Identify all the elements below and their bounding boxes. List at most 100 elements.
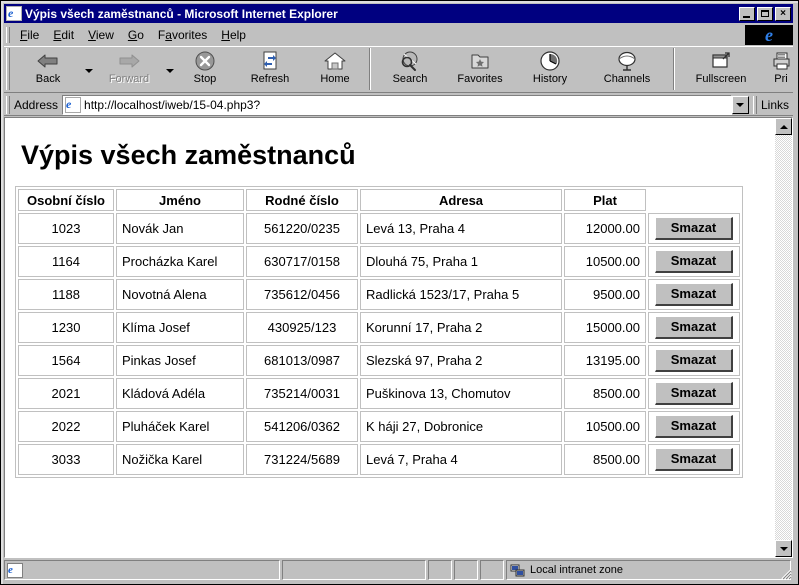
toolbar-button-history[interactable]: History xyxy=(515,47,585,91)
minimize-button[interactable] xyxy=(739,7,755,21)
close-button[interactable]: × xyxy=(775,7,791,21)
menu-item-help[interactable]: Help xyxy=(214,26,253,45)
status-message-pane: e xyxy=(4,560,280,580)
toolbar-button-channels[interactable]: Channels xyxy=(585,47,669,91)
cell-name: Novák Jan xyxy=(116,213,244,244)
caret-up-icon xyxy=(780,125,788,129)
delete-button[interactable]: Smazat xyxy=(655,415,733,438)
window-title: Výpis všech zaměstnanců - Microsoft Inte… xyxy=(25,7,739,21)
address-dropdown-button[interactable] xyxy=(732,96,749,114)
toolbar-label-favorites: Favorites xyxy=(457,73,502,86)
toolbar-button-stop[interactable]: Stop xyxy=(175,47,235,91)
toolbar-button-forward[interactable]: Forward xyxy=(94,47,164,91)
cell-name: Pluháček Karel xyxy=(116,411,244,442)
cell-personal-number: 2021 xyxy=(18,378,114,409)
browser-window: e Výpis všech zaměstnanců - Microsoft In… xyxy=(0,0,799,585)
menu-item-view[interactable]: View xyxy=(81,26,121,45)
cell-salary: 15000.00 xyxy=(564,312,646,343)
delete-button[interactable]: Smazat xyxy=(655,250,733,273)
menu-drag-grip[interactable] xyxy=(6,27,10,43)
cell-personal-number: 1188 xyxy=(18,279,114,310)
cell-birth-number: 735214/0031 xyxy=(246,378,358,409)
intranet-zone-icon xyxy=(510,563,526,578)
cell-salary: 12000.00 xyxy=(564,213,646,244)
toolbar-label-search: Search xyxy=(393,73,428,86)
cell-salary: 8500.00 xyxy=(564,378,646,409)
scroll-down-button[interactable] xyxy=(775,540,792,557)
search-icon xyxy=(398,50,422,72)
cell-personal-number: 1564 xyxy=(18,345,114,376)
resize-grip[interactable] xyxy=(778,566,792,580)
address-drag-grip[interactable] xyxy=(6,96,10,114)
employees-table-body: 1023Novák Jan561220/0235Levá 13, Praha 4… xyxy=(18,213,740,475)
cell-address: Korunní 17, Praha 2 xyxy=(360,312,562,343)
menu-item-edit[interactable]: Edit xyxy=(46,26,81,45)
cell-personal-number: 2022 xyxy=(18,411,114,442)
delete-button[interactable]: Smazat xyxy=(655,283,733,306)
table-row: 1564Pinkas Josef681013/0987Slezská 97, P… xyxy=(18,345,740,376)
delete-button[interactable]: Smazat xyxy=(655,349,733,372)
toolbar-button-fullscreen[interactable]: Fullscreen xyxy=(679,47,763,91)
links-drag-grip[interactable] xyxy=(753,96,757,114)
delete-button[interactable]: Smazat xyxy=(655,217,733,240)
toolbar-label-fullscreen: Fullscreen xyxy=(696,73,747,86)
scroll-up-button[interactable] xyxy=(775,118,792,135)
cell-name: Pinkas Josef xyxy=(116,345,244,376)
cell-actions: Smazat xyxy=(648,246,740,277)
toolbar-button-print[interactable]: Pri xyxy=(763,47,793,91)
delete-button[interactable]: Smazat xyxy=(655,448,733,471)
back-dropdown-button[interactable] xyxy=(83,47,94,91)
cell-personal-number: 1230 xyxy=(18,312,114,343)
cell-personal-number: 1164 xyxy=(18,246,114,277)
toolbar-drag-grip[interactable] xyxy=(6,48,10,90)
cell-salary: 13195.00 xyxy=(564,345,646,376)
status-bar: e Local intranet zone xyxy=(4,559,793,581)
cell-salary: 10500.00 xyxy=(564,411,646,442)
toolbar-label-forward: Forward xyxy=(109,73,149,86)
security-zone-pane[interactable]: Local intranet zone xyxy=(506,560,791,580)
toolbar-button-home[interactable]: Home xyxy=(305,47,365,91)
delete-button[interactable]: Smazat xyxy=(655,316,733,339)
page-icon: e xyxy=(65,97,81,113)
channels-satellite-icon xyxy=(615,50,639,72)
toolbar-label-back: Back xyxy=(36,73,60,86)
toolbar-button-favorites[interactable]: Favorites xyxy=(445,47,515,91)
menu-item-file[interactable]: File xyxy=(13,26,46,45)
links-button[interactable]: Links xyxy=(761,98,789,112)
window-controls: × xyxy=(739,7,791,21)
column-header-actions xyxy=(648,189,740,211)
cell-actions: Smazat xyxy=(648,444,740,475)
stop-icon xyxy=(193,50,217,72)
cell-actions: Smazat xyxy=(648,378,740,409)
status-pane-c xyxy=(428,560,452,580)
vertical-scrollbar[interactable] xyxy=(775,118,792,557)
cell-birth-number: 561220/0235 xyxy=(246,213,358,244)
delete-button[interactable]: Smazat xyxy=(655,382,733,405)
menu-item-favorites[interactable]: Favorites xyxy=(151,26,214,45)
back-arrow-icon xyxy=(36,50,60,72)
cell-actions: Smazat xyxy=(648,213,740,244)
forward-dropdown-button[interactable] xyxy=(164,47,175,91)
table-row: 3033Nožička Karel731224/5689Levá 7, Prah… xyxy=(18,444,740,475)
toolbar-button-back[interactable]: Back xyxy=(13,47,83,91)
cell-birth-number: 541206/0362 xyxy=(246,411,358,442)
toolbar-button-refresh[interactable]: Refresh xyxy=(235,47,305,91)
maximize-button[interactable] xyxy=(757,7,773,21)
scrollbar-track[interactable] xyxy=(775,135,792,540)
document-viewport: Výpis všech zaměstnanců Osobní číslo Jmé… xyxy=(4,117,793,558)
cell-address: Levá 7, Praha 4 xyxy=(360,444,562,475)
caret-down-icon xyxy=(780,547,788,551)
toolbar-label-print: Pri xyxy=(774,73,787,86)
menu-item-go[interactable]: Go xyxy=(121,26,151,45)
main-toolbar: Back Forward Stop xyxy=(4,46,793,93)
status-pane-progress xyxy=(282,560,426,580)
cell-salary: 9500.00 xyxy=(564,279,646,310)
toolbar-button-search[interactable]: Search xyxy=(375,47,445,91)
cell-personal-number: 3033 xyxy=(18,444,114,475)
address-label: Address xyxy=(14,98,58,112)
column-header-personal-number: Osobní číslo xyxy=(18,189,114,211)
address-input[interactable]: e http://localhost/iweb/15-04.php3? xyxy=(62,95,732,115)
menu-bar: File Edit View Go Favorites Help e xyxy=(4,25,793,45)
cell-address: Radlická 1523/17, Praha 5 xyxy=(360,279,562,310)
toolbar-label-channels: Channels xyxy=(604,73,650,86)
